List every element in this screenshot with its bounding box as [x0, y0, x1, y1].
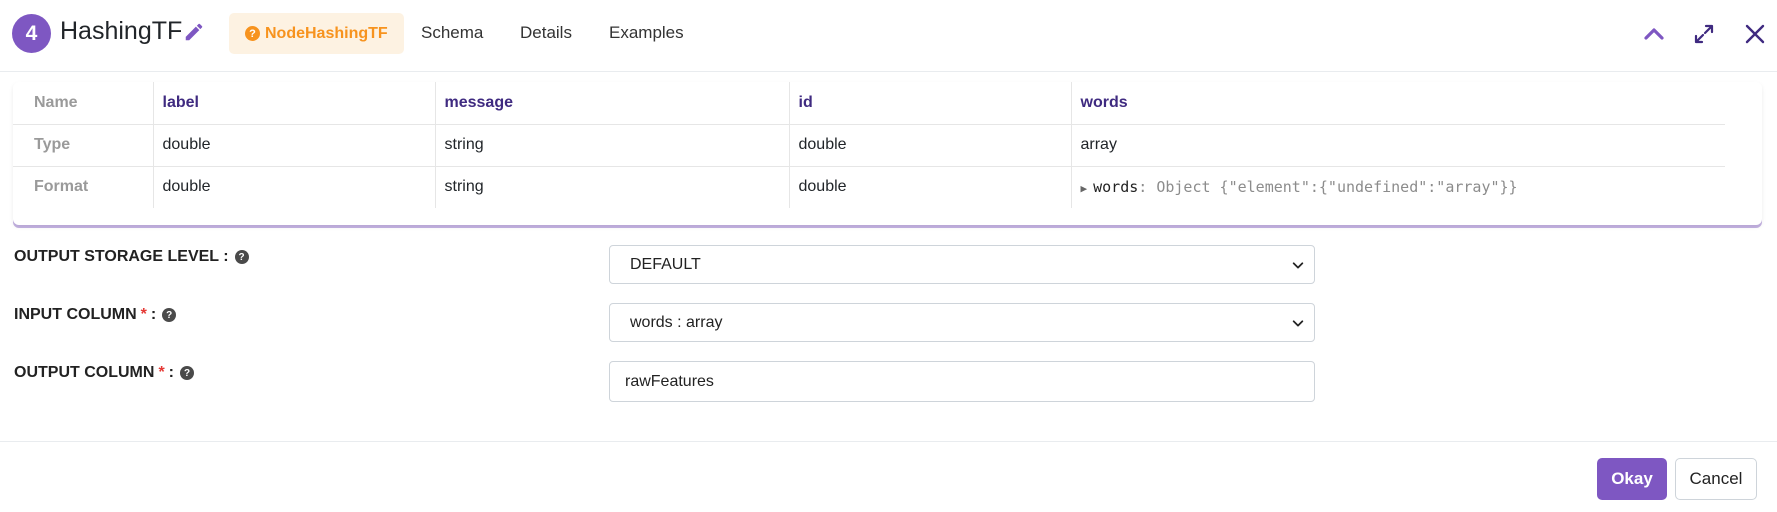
schema-table-card: Name label message id words Type double … [13, 82, 1762, 225]
close-icon[interactable] [1743, 22, 1767, 46]
required-marker: * [158, 364, 165, 381]
dialog-header: 4 HashingTF ? NodeHashingTF Schema Detai… [0, 0, 1777, 72]
dialog-footer [0, 441, 1777, 512]
field-label: OUTPUT COLUMN [14, 364, 155, 381]
column-name-message: message [434, 82, 789, 125]
row-label-type: Type [13, 124, 153, 167]
output-column-input[interactable]: rawFeatures [609, 361, 1315, 402]
question-circle-icon: ? [245, 26, 260, 41]
step-number-badge: 4 [12, 14, 51, 53]
format-cell: string [434, 166, 789, 208]
node-title: HashingTF [60, 17, 183, 45]
json-key: words [1093, 178, 1139, 197]
expand-icon[interactable] [1692, 22, 1716, 46]
pencil-icon[interactable] [183, 21, 205, 43]
tab-schema[interactable]: Schema [421, 23, 483, 43]
row-label-name: Name [13, 82, 153, 125]
column-name-words: words [1070, 82, 1725, 125]
select-value: DEFAULT [630, 255, 701, 273]
output-storage-level-label: OUTPUT STORAGE LEVEL : ? [14, 248, 249, 266]
help-icon[interactable]: ? [234, 250, 249, 264]
input-value: rawFeatures [625, 372, 714, 390]
output-column-label: OUTPUT COLUMN * : ? [14, 364, 194, 382]
output-storage-level-select[interactable]: DEFAULT [609, 245, 1315, 284]
type-cell: double [788, 124, 1071, 167]
tab-examples[interactable]: Examples [609, 23, 684, 43]
help-icon[interactable]: ? [162, 308, 177, 322]
cancel-button[interactable]: Cancel [1675, 458, 1757, 500]
select-value: words : array [630, 313, 723, 331]
okay-button[interactable]: Okay [1597, 458, 1667, 500]
chevron-down-icon [1292, 320, 1304, 327]
chevron-up-icon[interactable] [1642, 22, 1666, 46]
json-value: : Object {"element":{"undefined":"array"… [1138, 178, 1518, 197]
chevron-down-icon [1292, 262, 1304, 269]
column-name-label: label [152, 82, 435, 125]
help-icon[interactable]: ? [180, 366, 194, 380]
field-label: INPUT COLUMN [14, 306, 137, 323]
type-cell: double [152, 124, 435, 167]
row-label-format: Format [34, 178, 89, 196]
field-label: OUTPUT STORAGE LEVEL : [14, 248, 229, 265]
column-name-id: id [788, 82, 1071, 125]
format-cell-json-tree[interactable]: ▶ words: Object {"element":{"undefined":"… [1070, 166, 1725, 208]
input-column-label: INPUT COLUMN * : ? [14, 306, 177, 324]
field-colon: : [168, 364, 174, 381]
expand-triangle-icon[interactable]: ▶ [1081, 182, 1088, 195]
tab-label: NodeHashingTF [265, 24, 388, 42]
format-cell: double [152, 166, 435, 208]
tab-node-hashingtf[interactable]: ? NodeHashingTF [229, 13, 404, 54]
table-row-format: Format double string double ▶ words: Obje… [13, 166, 1725, 208]
type-cell: array [1070, 124, 1725, 167]
table-row-type: Type double string double array [13, 124, 1725, 167]
field-colon: : [150, 306, 157, 323]
format-cell: double [788, 166, 1071, 208]
tab-details[interactable]: Details [520, 23, 572, 43]
table-row-name: Name label message id words [13, 82, 1725, 125]
schema-table: Name label message id words Type double … [13, 82, 1725, 208]
input-column-select[interactable]: words : array [609, 303, 1315, 342]
required-marker: * [140, 306, 147, 323]
type-cell: string [434, 124, 789, 167]
